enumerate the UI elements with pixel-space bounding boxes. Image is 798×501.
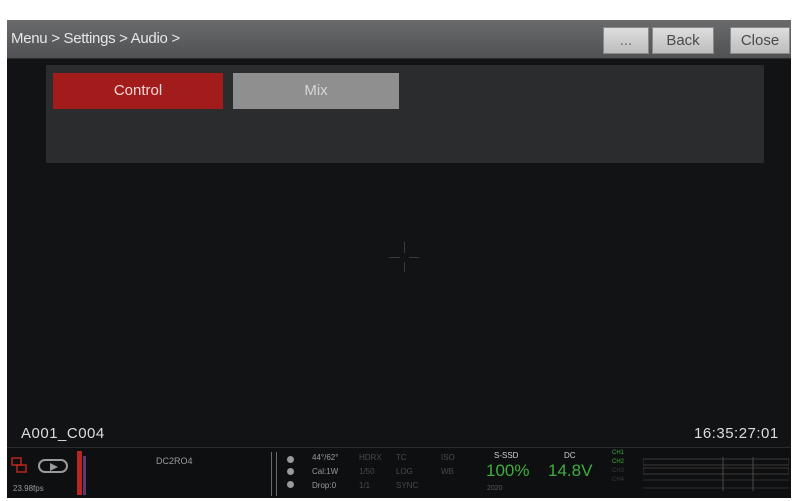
- top-bar: Menu > Settings > Audio > ... Back Close: [7, 20, 791, 59]
- more-button[interactable]: ...: [603, 27, 649, 54]
- clip-name: A001_C004: [21, 425, 105, 442]
- ssd-percentage: 100%: [486, 461, 530, 480]
- timecode: 16:35:27:01: [694, 425, 779, 442]
- channel-label: CH2: [612, 459, 625, 465]
- channel-label: CH1: [612, 450, 625, 456]
- shutter-label: 1/50: [359, 467, 375, 476]
- power-voltage: 14.8V: [548, 461, 593, 480]
- ratio-label: 1/1: [359, 481, 371, 490]
- tab-mix[interactable]: Mix: [233, 73, 399, 109]
- close-button[interactable]: Close: [730, 27, 790, 54]
- ssd-sub-label: 2020: [487, 485, 503, 492]
- audio-tab-panel: Control Mix: [46, 65, 764, 163]
- record-icon[interactable]: [11, 457, 29, 473]
- framerate: 23.98fps: [13, 484, 44, 493]
- hdrx-label: HDRX: [359, 453, 382, 462]
- playback-icon[interactable]: [38, 459, 68, 473]
- media-name: DC2RO4: [156, 456, 193, 466]
- tc-label: TC: [396, 453, 407, 462]
- iso-label: ISO: [441, 453, 455, 462]
- camera-screen: Menu > Settings > Audio > ... Back Close…: [7, 20, 791, 498]
- audio-channel-meters: [643, 457, 789, 491]
- back-button[interactable]: Back: [652, 27, 714, 54]
- ssd-label: S-SSD: [494, 451, 519, 460]
- tab-control[interactable]: Control: [53, 73, 223, 109]
- calibration-reading: Cal:1W: [312, 467, 339, 476]
- indicator-dot: [287, 468, 294, 475]
- audio-meter-left: [77, 451, 82, 495]
- temp-reading: 44°/62°: [312, 453, 339, 462]
- crosshair-center-gap: [400, 253, 409, 262]
- channel-label: CH4: [612, 477, 625, 483]
- indicator-dot: [287, 481, 294, 488]
- wb-label: WB: [441, 467, 454, 476]
- drop-reading: Drop:0: [312, 481, 337, 490]
- status-bar: 23.98fps DC2RO4 44°/62° Cal:1W Drop:0 HD…: [7, 447, 791, 498]
- breadcrumb[interactable]: Menu > Settings > Audio >: [11, 30, 180, 47]
- log-label: LOG: [396, 467, 413, 476]
- audio-meter-right: [83, 456, 86, 495]
- status-separator: [271, 452, 277, 496]
- channel-label: CH3: [612, 468, 625, 474]
- sync-label: SYNC: [396, 481, 419, 490]
- indicator-dot: [287, 456, 294, 463]
- power-label: DC: [564, 451, 576, 460]
